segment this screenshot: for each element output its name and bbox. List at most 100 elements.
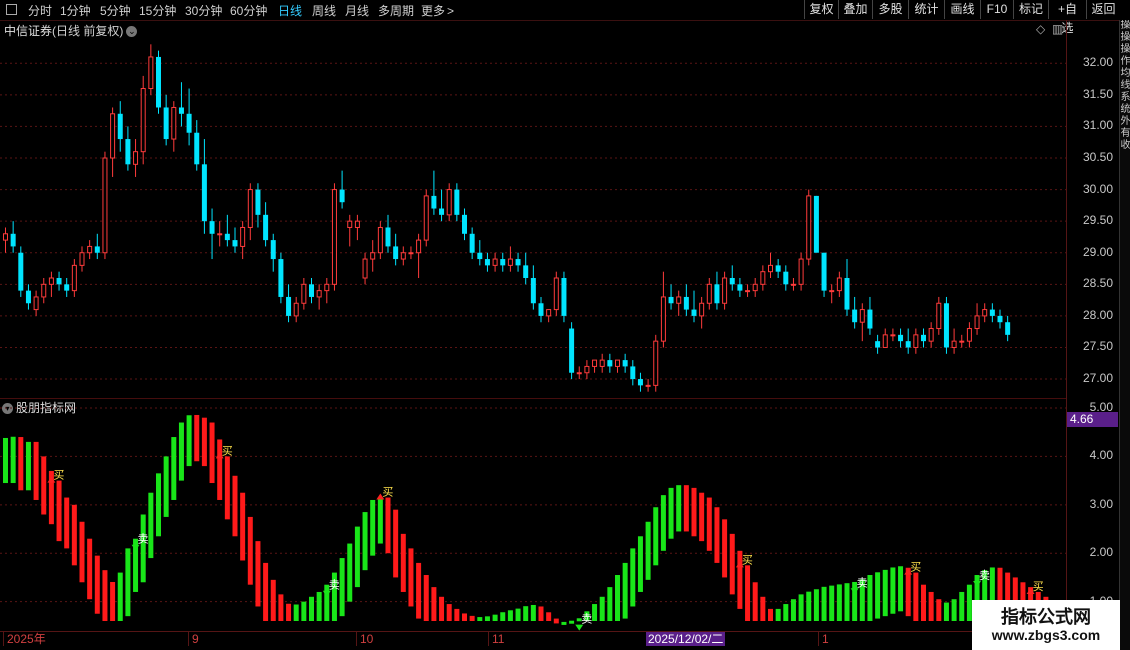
candle-body	[232, 240, 238, 247]
indicator-bar	[140, 514, 146, 583]
top-toolbar: 分时 1分钟 5分钟 15分钟 30分钟 60分钟 日线 周线 月线 多周期 更多 > 复权 叠加 多股统…	[0, 0, 1130, 35]
candle-body	[959, 340, 965, 343]
candle-body	[431, 195, 437, 209]
candle-body	[553, 277, 559, 311]
candle-body	[10, 233, 16, 247]
indicator-bar	[676, 485, 682, 532]
indicator-bar	[783, 604, 789, 621]
indicator-bar	[691, 487, 697, 537]
indicator-bar	[56, 480, 62, 542]
candle-body	[462, 214, 467, 234]
toolbar-button-6[interactable]: 标记	[1013, 0, 1048, 19]
candle-body	[370, 252, 376, 260]
timeframe-tab-7[interactable]: 周线	[312, 2, 336, 19]
candle-body	[171, 106, 177, 140]
chevron-down-icon[interactable]: ⌄	[126, 26, 138, 38]
candle-body	[240, 226, 246, 247]
toolbar-button-7[interactable]: +自选	[1048, 0, 1086, 35]
indicator-bar	[408, 548, 414, 607]
indicator-bar	[64, 497, 70, 549]
indicator-bar	[79, 521, 85, 583]
indicator-bar	[240, 492, 246, 561]
watermark-title: 指标公式网	[1001, 607, 1091, 627]
indicator-bar	[339, 558, 345, 617]
price-tick-label: 32.00	[1082, 55, 1113, 70]
toolbar-button-4[interactable]: 画线	[944, 0, 980, 19]
candle-body	[194, 132, 200, 165]
toolbar-button-2[interactable]: 多股	[872, 0, 908, 19]
candle-body	[201, 164, 207, 222]
indicator-bar	[546, 612, 552, 621]
candle-body	[722, 277, 728, 304]
sell-signal-label: 卖	[138, 533, 149, 546]
timeframe-tab-3[interactable]: 15分钟	[139, 2, 176, 19]
candle-body	[592, 359, 598, 367]
date-axis-label: 10	[356, 632, 373, 646]
indicator-bar	[347, 543, 353, 602]
indicator-bar	[163, 456, 169, 517]
toolbar-button-1[interactable]: 叠加	[838, 0, 872, 19]
indicator-bar	[530, 604, 536, 621]
candle-body	[630, 366, 636, 380]
candle-body	[439, 208, 445, 215]
indicator-bar	[125, 548, 131, 617]
candle-body	[209, 221, 215, 234]
date-axis-label: 11	[488, 632, 504, 646]
indicator-chart[interactable]: 买买买买买买卖卖卖卖卖	[0, 398, 1066, 631]
candle-body	[645, 384, 651, 387]
toolbar-button-3[interactable]: 统计	[908, 0, 944, 19]
candle-body	[890, 334, 896, 337]
candle-body	[286, 296, 292, 316]
indicator-bar	[477, 617, 483, 621]
indicator-bar	[500, 612, 506, 621]
timeframe-tab-10[interactable]: 更多 >	[421, 2, 454, 19]
candle-body	[163, 107, 169, 140]
timeframe-tab-1[interactable]: 1分钟	[60, 2, 91, 19]
indicator-bar	[867, 575, 873, 621]
side-strip-char: 均	[1120, 68, 1130, 79]
timeframe-tab-6[interactable]: 日线	[278, 2, 302, 19]
candlestick-chart[interactable]	[0, 38, 1066, 398]
indicator-bar	[844, 583, 850, 621]
indicator-bar	[18, 437, 24, 491]
indicator-bar	[706, 497, 712, 551]
price-tick-label: 28.50	[1082, 276, 1113, 291]
price-tick-label: 27.00	[1082, 371, 1113, 386]
candle-body	[706, 283, 712, 304]
timeframe-tab-8[interactable]: 月线	[345, 2, 369, 19]
timeframe-tab-4[interactable]: 30分钟	[185, 2, 222, 19]
toolbar-button-8[interactable]: 返回	[1086, 0, 1120, 19]
candle-body	[347, 220, 353, 228]
toolbar-button-5[interactable]: F10	[980, 0, 1013, 19]
candle-body	[48, 277, 54, 285]
timeframe-tab-0[interactable]: 分时	[28, 2, 52, 19]
candle-body	[377, 226, 383, 254]
window-toggle-icon[interactable]	[6, 4, 17, 15]
candle-body	[133, 151, 139, 165]
candle-body	[393, 246, 399, 260]
candle-body	[270, 240, 276, 260]
indicator-bar	[278, 594, 284, 621]
candle-body	[500, 259, 506, 266]
timeframe-tab-9[interactable]: 多周期	[378, 2, 414, 19]
indicator-bar	[247, 516, 253, 585]
candle-body	[507, 258, 513, 266]
candle-body	[760, 271, 766, 285]
toolbar-button-0[interactable]: 复权	[804, 0, 838, 19]
indicator-bar	[87, 538, 93, 600]
timeframe-tab-2[interactable]: 5分钟	[100, 2, 131, 19]
candle-body	[316, 290, 322, 298]
indicator-bar	[699, 492, 705, 542]
diamond-icon[interactable]: ◇	[1036, 22, 1045, 36]
candle-body	[943, 303, 949, 348]
indicator-bar	[171, 437, 177, 500]
indicator-bar	[156, 473, 161, 537]
timeframe-tab-5[interactable]: 60分钟	[230, 2, 267, 19]
buy-signal-label: 买	[1033, 580, 1044, 593]
side-strip-char: 操	[1120, 44, 1130, 55]
side-strip-char: 作	[1120, 56, 1130, 67]
indicator-bar	[538, 606, 544, 621]
layout-icon[interactable]: ▥	[1052, 22, 1063, 36]
candle-body	[660, 296, 666, 342]
side-panel-strip[interactable]: 操操操作均线系统外有收	[1119, 20, 1130, 650]
